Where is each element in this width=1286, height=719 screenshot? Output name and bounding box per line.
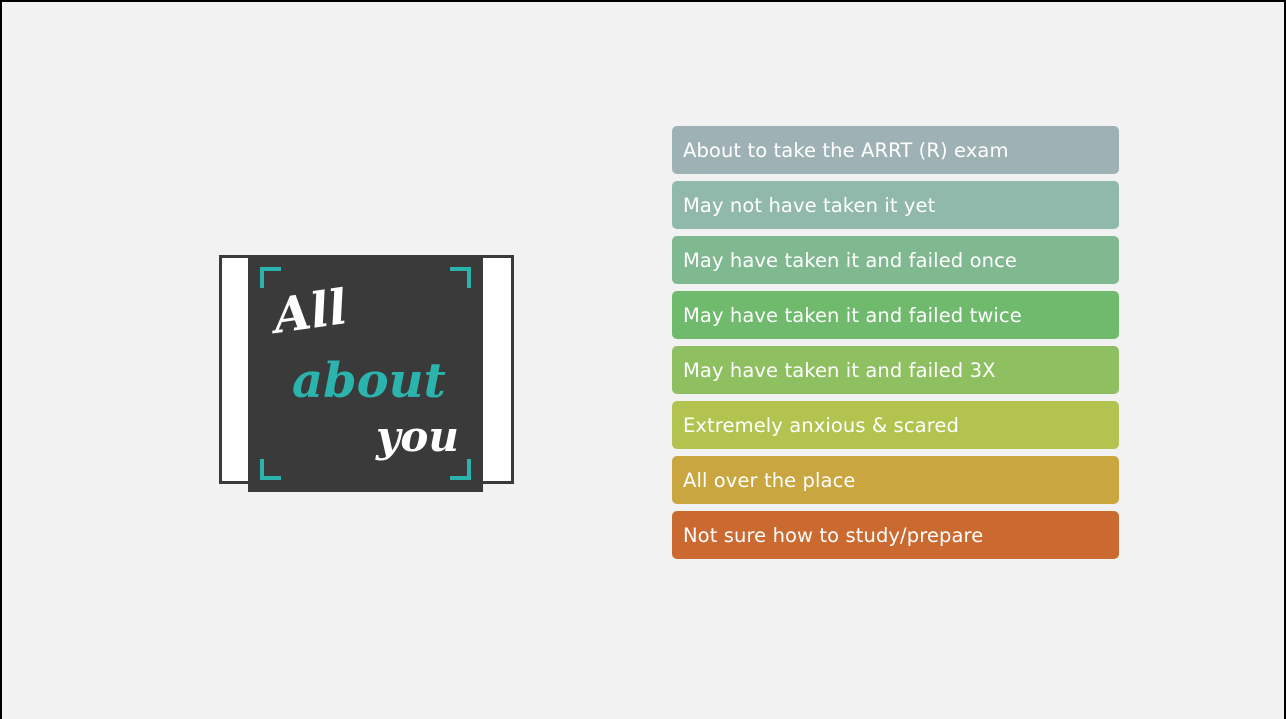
corner-bracket-top-right bbox=[450, 267, 471, 288]
logo-word-you: you bbox=[375, 412, 459, 461]
list-item-label: Not sure how to study/prepare bbox=[683, 523, 984, 547]
list-item-label: About to take the ARRT (R) exam bbox=[683, 138, 1009, 162]
list-item: May have taken it and failed once bbox=[672, 236, 1119, 284]
list-item-label: May not have taken it yet bbox=[683, 193, 936, 217]
list-item: May not have taken it yet bbox=[672, 181, 1119, 229]
corner-bracket-top-left bbox=[260, 267, 281, 288]
corner-bracket-bottom-left bbox=[260, 459, 281, 480]
list-item-label: All over the place bbox=[683, 468, 856, 492]
list-item: May have taken it and failed 3X bbox=[672, 346, 1119, 394]
list-item: Extremely anxious & scared bbox=[672, 401, 1119, 449]
list-item-label: May have taken it and failed 3X bbox=[683, 358, 996, 382]
list-item: Not sure how to study/prepare bbox=[672, 511, 1119, 559]
corner-bracket-bottom-right bbox=[450, 459, 471, 480]
list-item-label: May have taken it and failed twice bbox=[683, 303, 1022, 327]
list-item-label: Extremely anxious & scared bbox=[683, 413, 959, 437]
list-item: About to take the ARRT (R) exam bbox=[672, 126, 1119, 174]
list-item: May have taken it and failed twice bbox=[672, 291, 1119, 339]
logo-word-about: about bbox=[292, 353, 446, 409]
all-about-you-logo: All about you bbox=[248, 255, 483, 492]
logo-word-all: All bbox=[266, 279, 351, 345]
slide: All about you About to take the ARRT (R)… bbox=[0, 0, 1286, 719]
list-item-label: May have taken it and failed once bbox=[683, 248, 1017, 272]
list-item: All over the place bbox=[672, 456, 1119, 504]
audience-list: About to take the ARRT (R) exam May not … bbox=[672, 126, 1119, 566]
